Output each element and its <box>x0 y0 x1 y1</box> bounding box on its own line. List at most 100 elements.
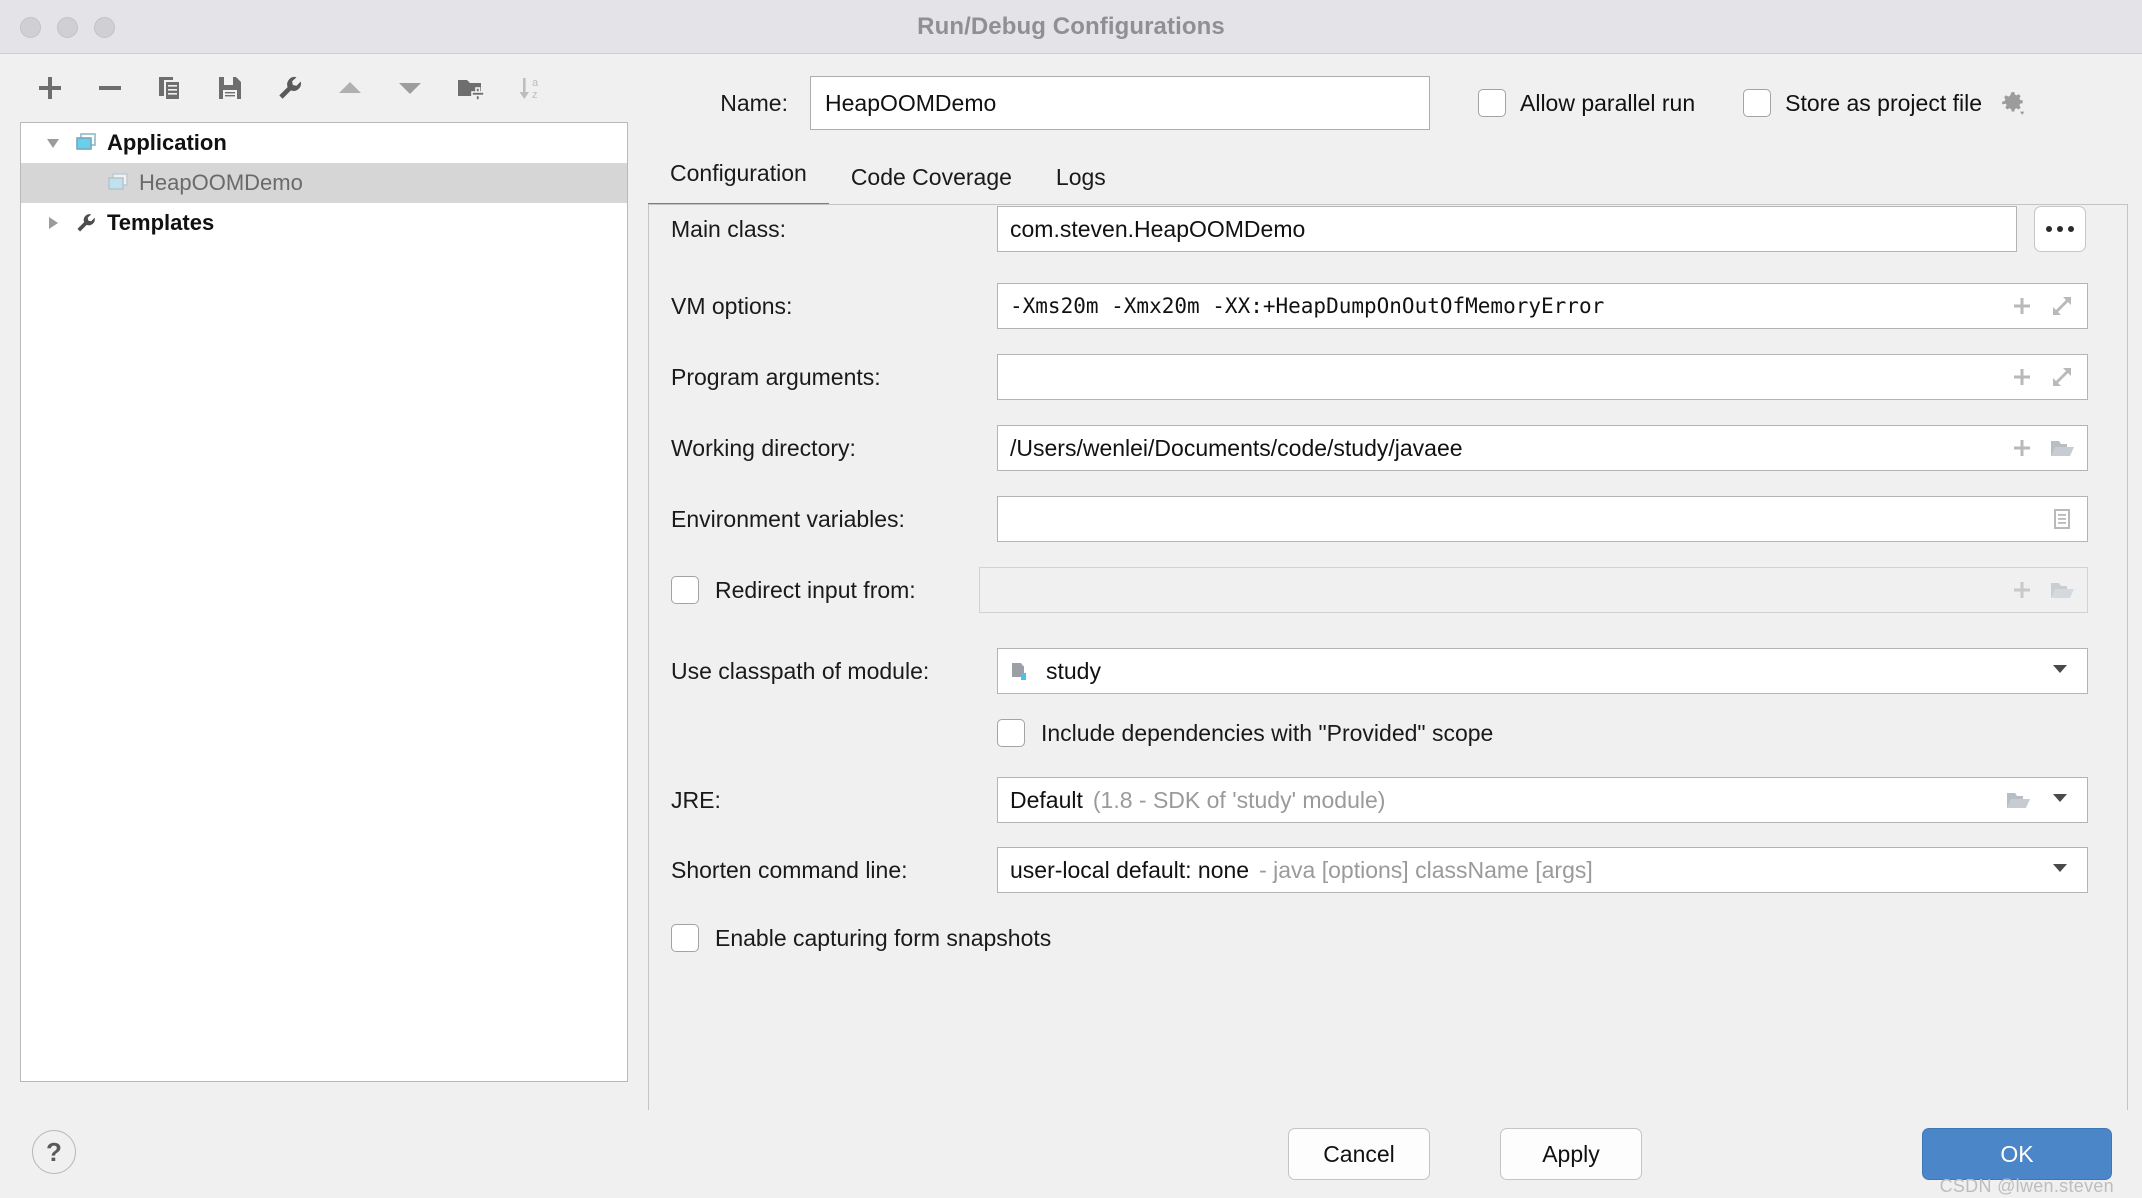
shorten-command-line-combo[interactable]: user-local default: none - java [options… <box>997 847 2088 893</box>
enable-form-snapshots-checkbox[interactable]: Enable capturing form snapshots <box>671 924 1051 952</box>
plus-icon <box>39 77 61 99</box>
chevron-down-icon[interactable] <box>2049 856 2071 884</box>
folder-icon[interactable] <box>2005 787 2031 813</box>
program-arguments-input[interactable] <box>997 354 2088 400</box>
checkbox-box[interactable] <box>1743 89 1772 117</box>
move-down-button[interactable] <box>390 68 430 108</box>
tab-logs[interactable]: Logs <box>1034 164 1128 207</box>
dialog-content: a z Application HeapOOMDemo Templates Na… <box>0 54 2142 1134</box>
folder-icon[interactable] <box>2049 435 2075 461</box>
plus-macro-icon[interactable] <box>2009 577 2035 603</box>
plus-macro-icon[interactable] <box>2009 293 2035 319</box>
shorten-command-line-hint: - java [options] className [args] <box>1259 856 1593 883</box>
minimize-button[interactable] <box>57 16 78 38</box>
chevron-right-icon[interactable] <box>41 211 65 235</box>
jre-field-icons <box>2005 778 2031 822</box>
configurations-panel: a z Application HeapOOMDemo Templates <box>0 54 648 1110</box>
watermark: CSDN @lwen.steven <box>1939 1176 2114 1196</box>
use-classpath-of-module-label: Use classpath of module: <box>671 657 930 684</box>
tree-node-label: HeapOOMDemo <box>139 170 303 195</box>
chevron-down-icon[interactable] <box>2049 786 2071 814</box>
use-classpath-of-module-combo[interactable]: study <box>997 648 2088 694</box>
tree-node-application[interactable]: Application <box>21 123 627 163</box>
expand-icon[interactable] <box>2049 293 2075 319</box>
checkbox-box[interactable] <box>1478 89 1506 117</box>
tree-node-templates[interactable]: Templates <box>21 203 627 243</box>
tab-code-coverage[interactable]: Code Coverage <box>829 164 1034 207</box>
allow-parallel-run-label: Allow parallel run <box>1520 89 1696 116</box>
tab-configuration[interactable]: Configuration <box>648 160 829 207</box>
expand-icon[interactable] <box>2049 364 2075 390</box>
environment-variables-field-icons <box>2049 497 2075 541</box>
store-as-project-file-label: Store as project file <box>1785 89 1983 116</box>
cancel-button[interactable]: Cancel <box>1288 1128 1430 1180</box>
configurations-toolbar: a z <box>0 54 648 122</box>
allow-parallel-run-checkbox[interactable]: Allow parallel run <box>1478 89 1695 117</box>
jre-hint: (1.8 - SDK of 'study' module) <box>1092 786 1386 813</box>
sort-configurations-button[interactable]: a z <box>510 68 550 108</box>
redirect-input-field[interactable] <box>979 567 2088 613</box>
checkbox-box[interactable] <box>671 924 699 952</box>
include-provided-scope-label: Include dependencies with "Provided" sco… <box>1041 719 1494 746</box>
zoom-button[interactable] <box>94 16 115 38</box>
name-input[interactable] <box>810 76 1430 130</box>
svg-text:a: a <box>532 77 539 89</box>
environment-variables-input[interactable] <box>997 496 2088 542</box>
chevron-down-icon[interactable] <box>2049 657 2071 685</box>
jre-value: Default <box>1010 786 1083 813</box>
vm-options-input[interactable]: -Xms20m -Xmx20m -XX:+HeapDumpOnOutOfMemo… <box>997 283 2088 329</box>
name-row: Name: Allow parallel run Store as projec… <box>648 72 2142 134</box>
remove-configuration-button[interactable] <box>90 68 130 108</box>
enable-form-snapshots-label: Enable capturing form snapshots <box>715 924 1052 951</box>
gear-icon[interactable] <box>2000 90 2026 116</box>
main-class-input[interactable]: com.steven.HeapOOMDemo <box>997 206 2017 252</box>
plus-macro-icon[interactable] <box>2009 364 2035 390</box>
redirect-input-checkbox[interactable]: Redirect input from: <box>671 576 916 604</box>
list-edit-icon[interactable] <box>2049 506 2075 532</box>
minus-icon <box>99 86 121 90</box>
dialog-footer <box>0 1110 2142 1198</box>
plus-macro-icon[interactable] <box>2009 435 2035 461</box>
ellipsis-icon <box>2057 226 2063 232</box>
name-label: Name: <box>720 89 788 116</box>
save-configuration-button[interactable] <box>210 68 250 108</box>
window-titlebar: Run/Debug Configurations <box>0 0 2142 54</box>
application-icon <box>73 130 99 156</box>
add-configuration-button[interactable] <box>30 68 70 108</box>
triangle-down-icon <box>399 83 421 94</box>
module-folder-icon <box>1010 658 1036 684</box>
window-controls <box>20 0 115 54</box>
wrench-icon <box>279 76 302 99</box>
editor-tabs: Configuration Code Coverage Logs <box>648 149 2142 207</box>
checkbox-box[interactable] <box>671 576 699 604</box>
sort-az-icon: a z <box>519 77 539 101</box>
working-directory-label: Working directory: <box>671 434 856 461</box>
help-button[interactable]: ? <box>32 1130 76 1174</box>
include-provided-scope-checkbox[interactable]: Include dependencies with "Provided" sco… <box>997 719 1493 747</box>
new-folder-button[interactable] <box>450 68 490 108</box>
copy-configuration-button[interactable] <box>150 68 190 108</box>
ellipsis-icon <box>2046 226 2052 232</box>
apply-button[interactable]: Apply <box>1500 1128 1642 1180</box>
main-class-label: Main class: <box>671 215 787 242</box>
application-icon <box>105 170 131 196</box>
edit-templates-button[interactable] <box>270 68 310 108</box>
checkbox-box[interactable] <box>997 719 1025 747</box>
shorten-command-line-label: Shorten command line: <box>671 856 908 883</box>
store-as-project-file-checkbox[interactable]: Store as project file <box>1743 89 2026 117</box>
move-up-button[interactable] <box>330 68 370 108</box>
ok-button[interactable]: OK <box>1922 1128 2112 1180</box>
close-button[interactable] <box>20 16 41 38</box>
vm-options-value: -Xms20m -Xmx20m -XX:+HeapDumpOnOutOfMemo… <box>1010 294 1605 318</box>
triangle-up-icon <box>339 82 361 93</box>
working-directory-input[interactable]: /Users/wenlei/Documents/code/study/javae… <box>997 425 2088 471</box>
configuration-tab-panel: Main class: com.steven.HeapOOMDemo VM op… <box>648 204 2128 1134</box>
main-class-browse-button[interactable] <box>2034 206 2086 252</box>
folder-icon[interactable] <box>2049 577 2075 603</box>
working-directory-value: /Users/wenlei/Documents/code/study/javae… <box>1010 434 1463 461</box>
tree-node-heapoomdemo[interactable]: HeapOOMDemo <box>21 163 627 203</box>
folder-plus-icon <box>458 80 485 101</box>
jre-combo[interactable]: Default (1.8 - SDK of 'study' module) <box>997 777 2088 823</box>
chevron-down-icon[interactable] <box>41 131 65 155</box>
configurations-tree[interactable]: Application HeapOOMDemo Templates <box>20 122 628 1082</box>
